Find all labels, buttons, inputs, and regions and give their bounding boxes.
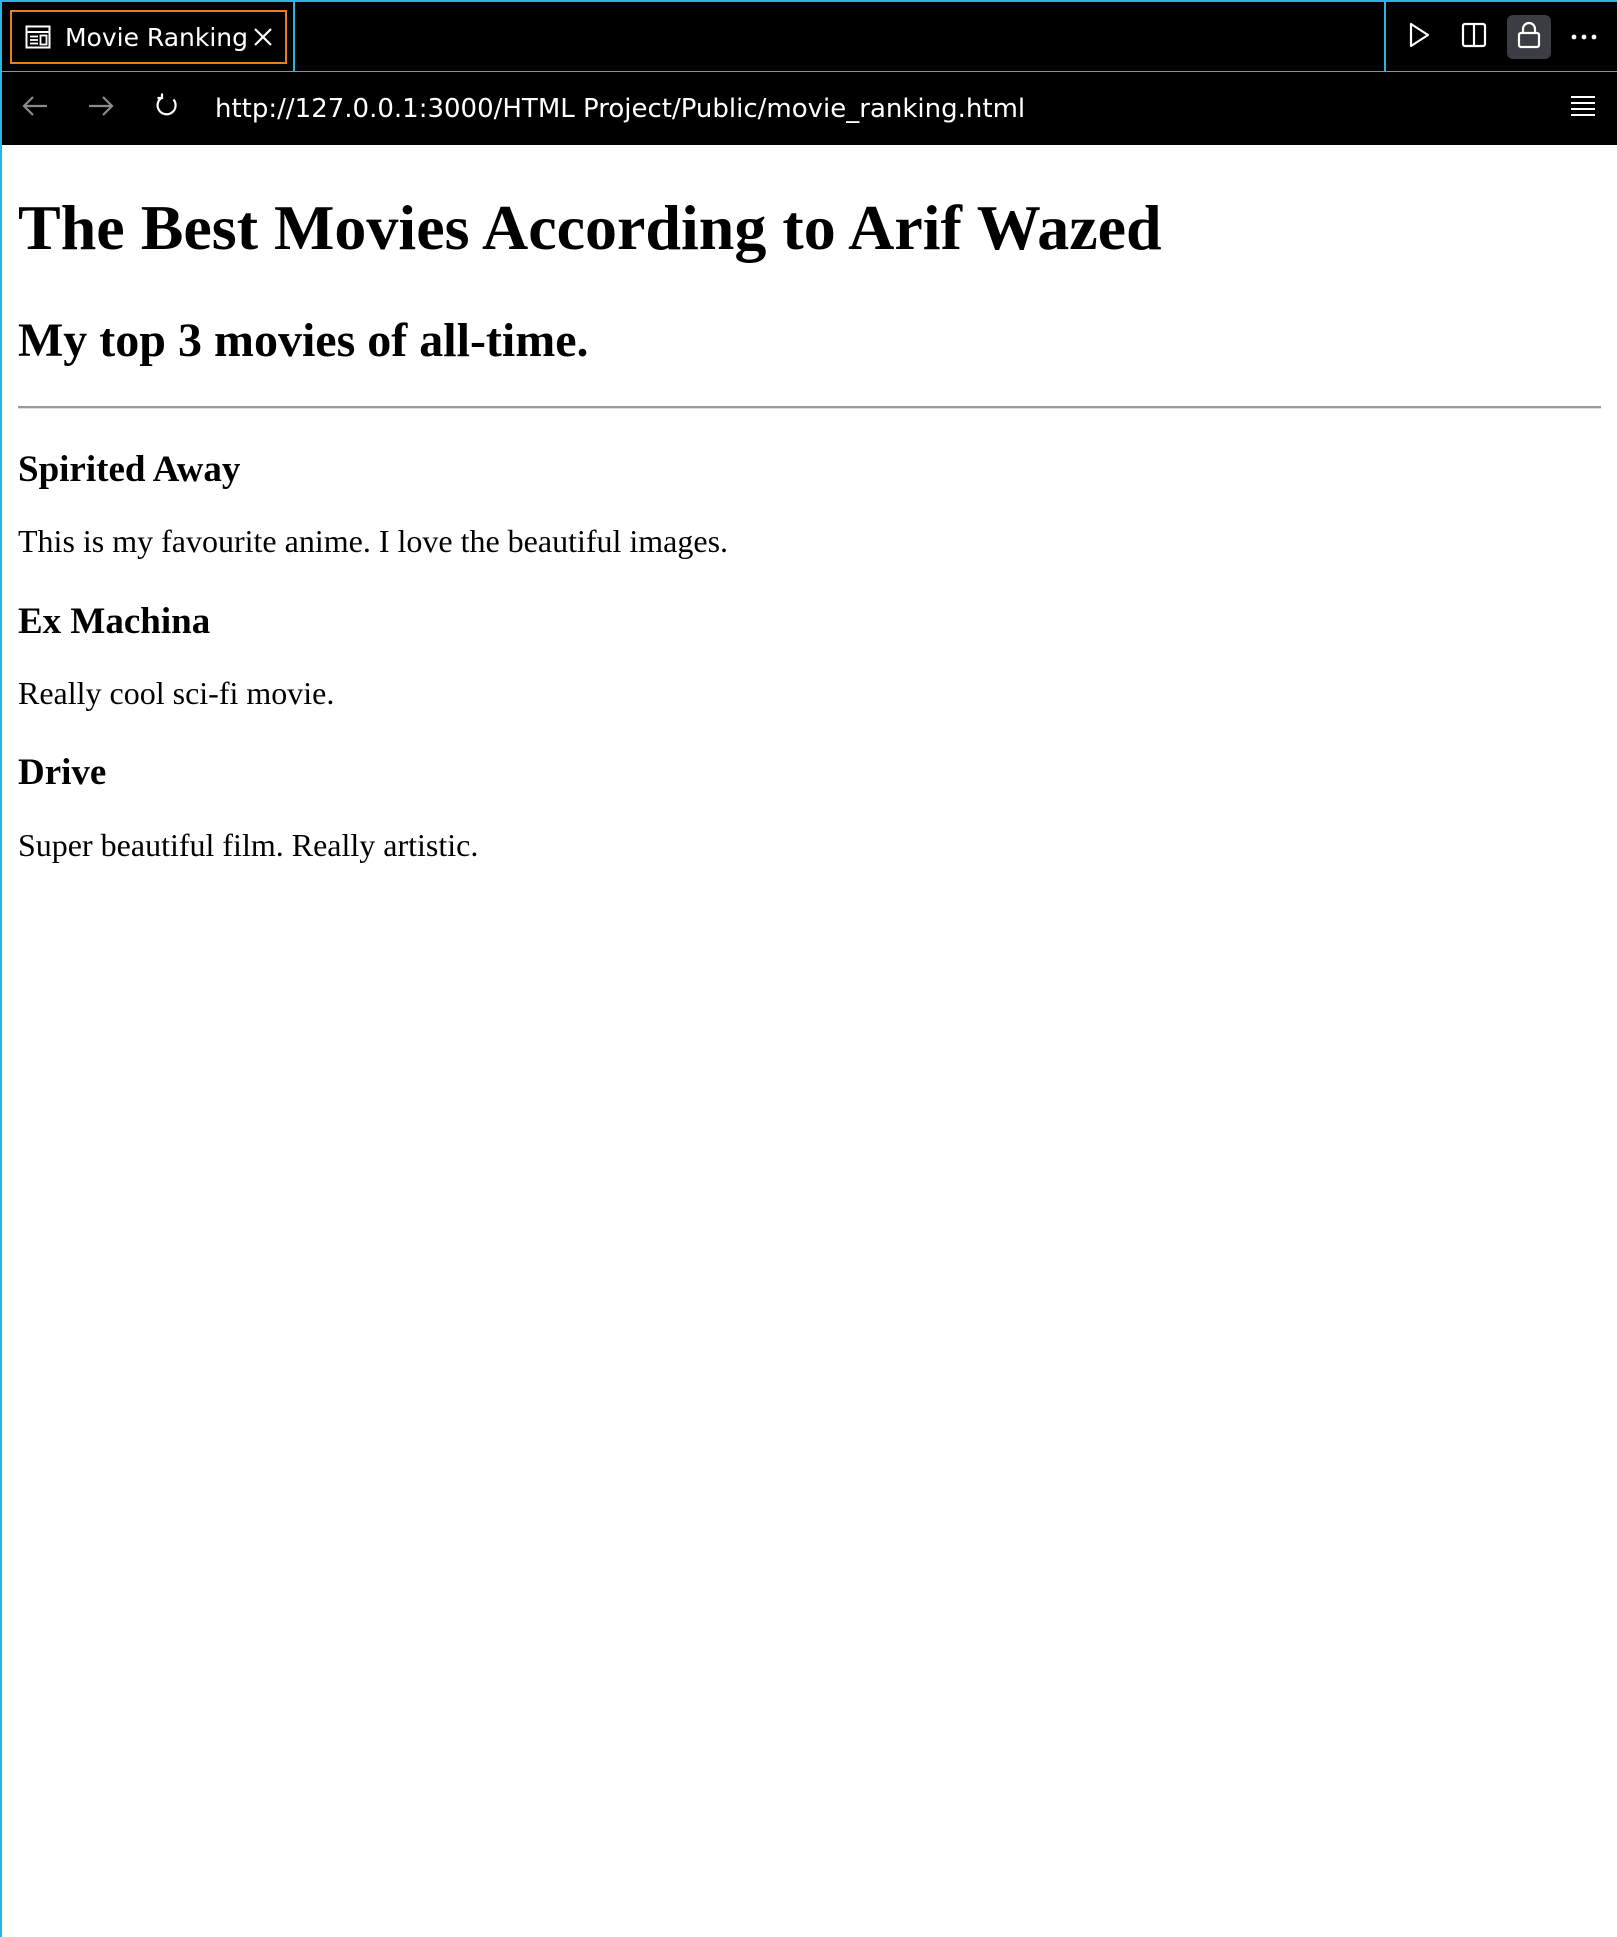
split-editor-icon: [1460, 21, 1488, 54]
arrow-right-icon: [87, 94, 115, 123]
reload-icon: [153, 92, 181, 125]
movie-description: Super beautiful film. Really artistic.: [18, 826, 479, 863]
browser-window: Movie Ranking http://127.0.0.1:3000/HTML…: [0, 0, 1617, 1937]
divider: [18, 405, 1601, 409]
page-content: The Best Movies According to Arif Wazed …: [2, 145, 1617, 1937]
close-icon[interactable]: [248, 22, 277, 52]
tab-bar: Movie Ranking: [2, 2, 1617, 72]
menu-button[interactable]: [1561, 87, 1605, 131]
editor-actions: [1384, 2, 1617, 72]
lock-button[interactable]: [1506, 15, 1551, 59]
page-title: The Best Movies According to Arif Wazed: [18, 192, 1162, 263]
more-icon: [1570, 28, 1598, 46]
url-field[interactable]: http://127.0.0.1:3000/HTML Project/Publi…: [215, 94, 1561, 124]
movie-title: Spirited Away: [18, 448, 241, 490]
tab-divider: [293, 2, 295, 72]
movie-description: Really cool sci-fi movie.: [18, 674, 335, 711]
movie-title: Drive: [18, 752, 107, 794]
forward-button[interactable]: [79, 87, 123, 131]
reload-button[interactable]: [145, 87, 189, 131]
address-bar: http://127.0.0.1:3000/HTML Project/Publi…: [2, 72, 1617, 145]
hamburger-menu-icon: [1569, 94, 1597, 123]
page-subtitle: My top 3 movies of all-time.: [18, 313, 589, 367]
tab-movie-ranking[interactable]: Movie Ranking: [10, 10, 287, 64]
more-actions-button[interactable]: [1562, 15, 1606, 59]
preview-icon: [24, 22, 53, 52]
split-editor-button[interactable]: [1452, 15, 1496, 59]
lock-icon: [1516, 20, 1542, 55]
arrow-left-icon: [21, 94, 49, 123]
run-button[interactable]: [1397, 15, 1441, 59]
movie-title: Ex Machina: [18, 600, 211, 642]
back-button[interactable]: [13, 87, 57, 131]
movie-description: This is my favourite anime. I love the b…: [18, 523, 729, 560]
tab-title: Movie Ranking: [64, 22, 249, 52]
run-icon: [1407, 21, 1431, 54]
